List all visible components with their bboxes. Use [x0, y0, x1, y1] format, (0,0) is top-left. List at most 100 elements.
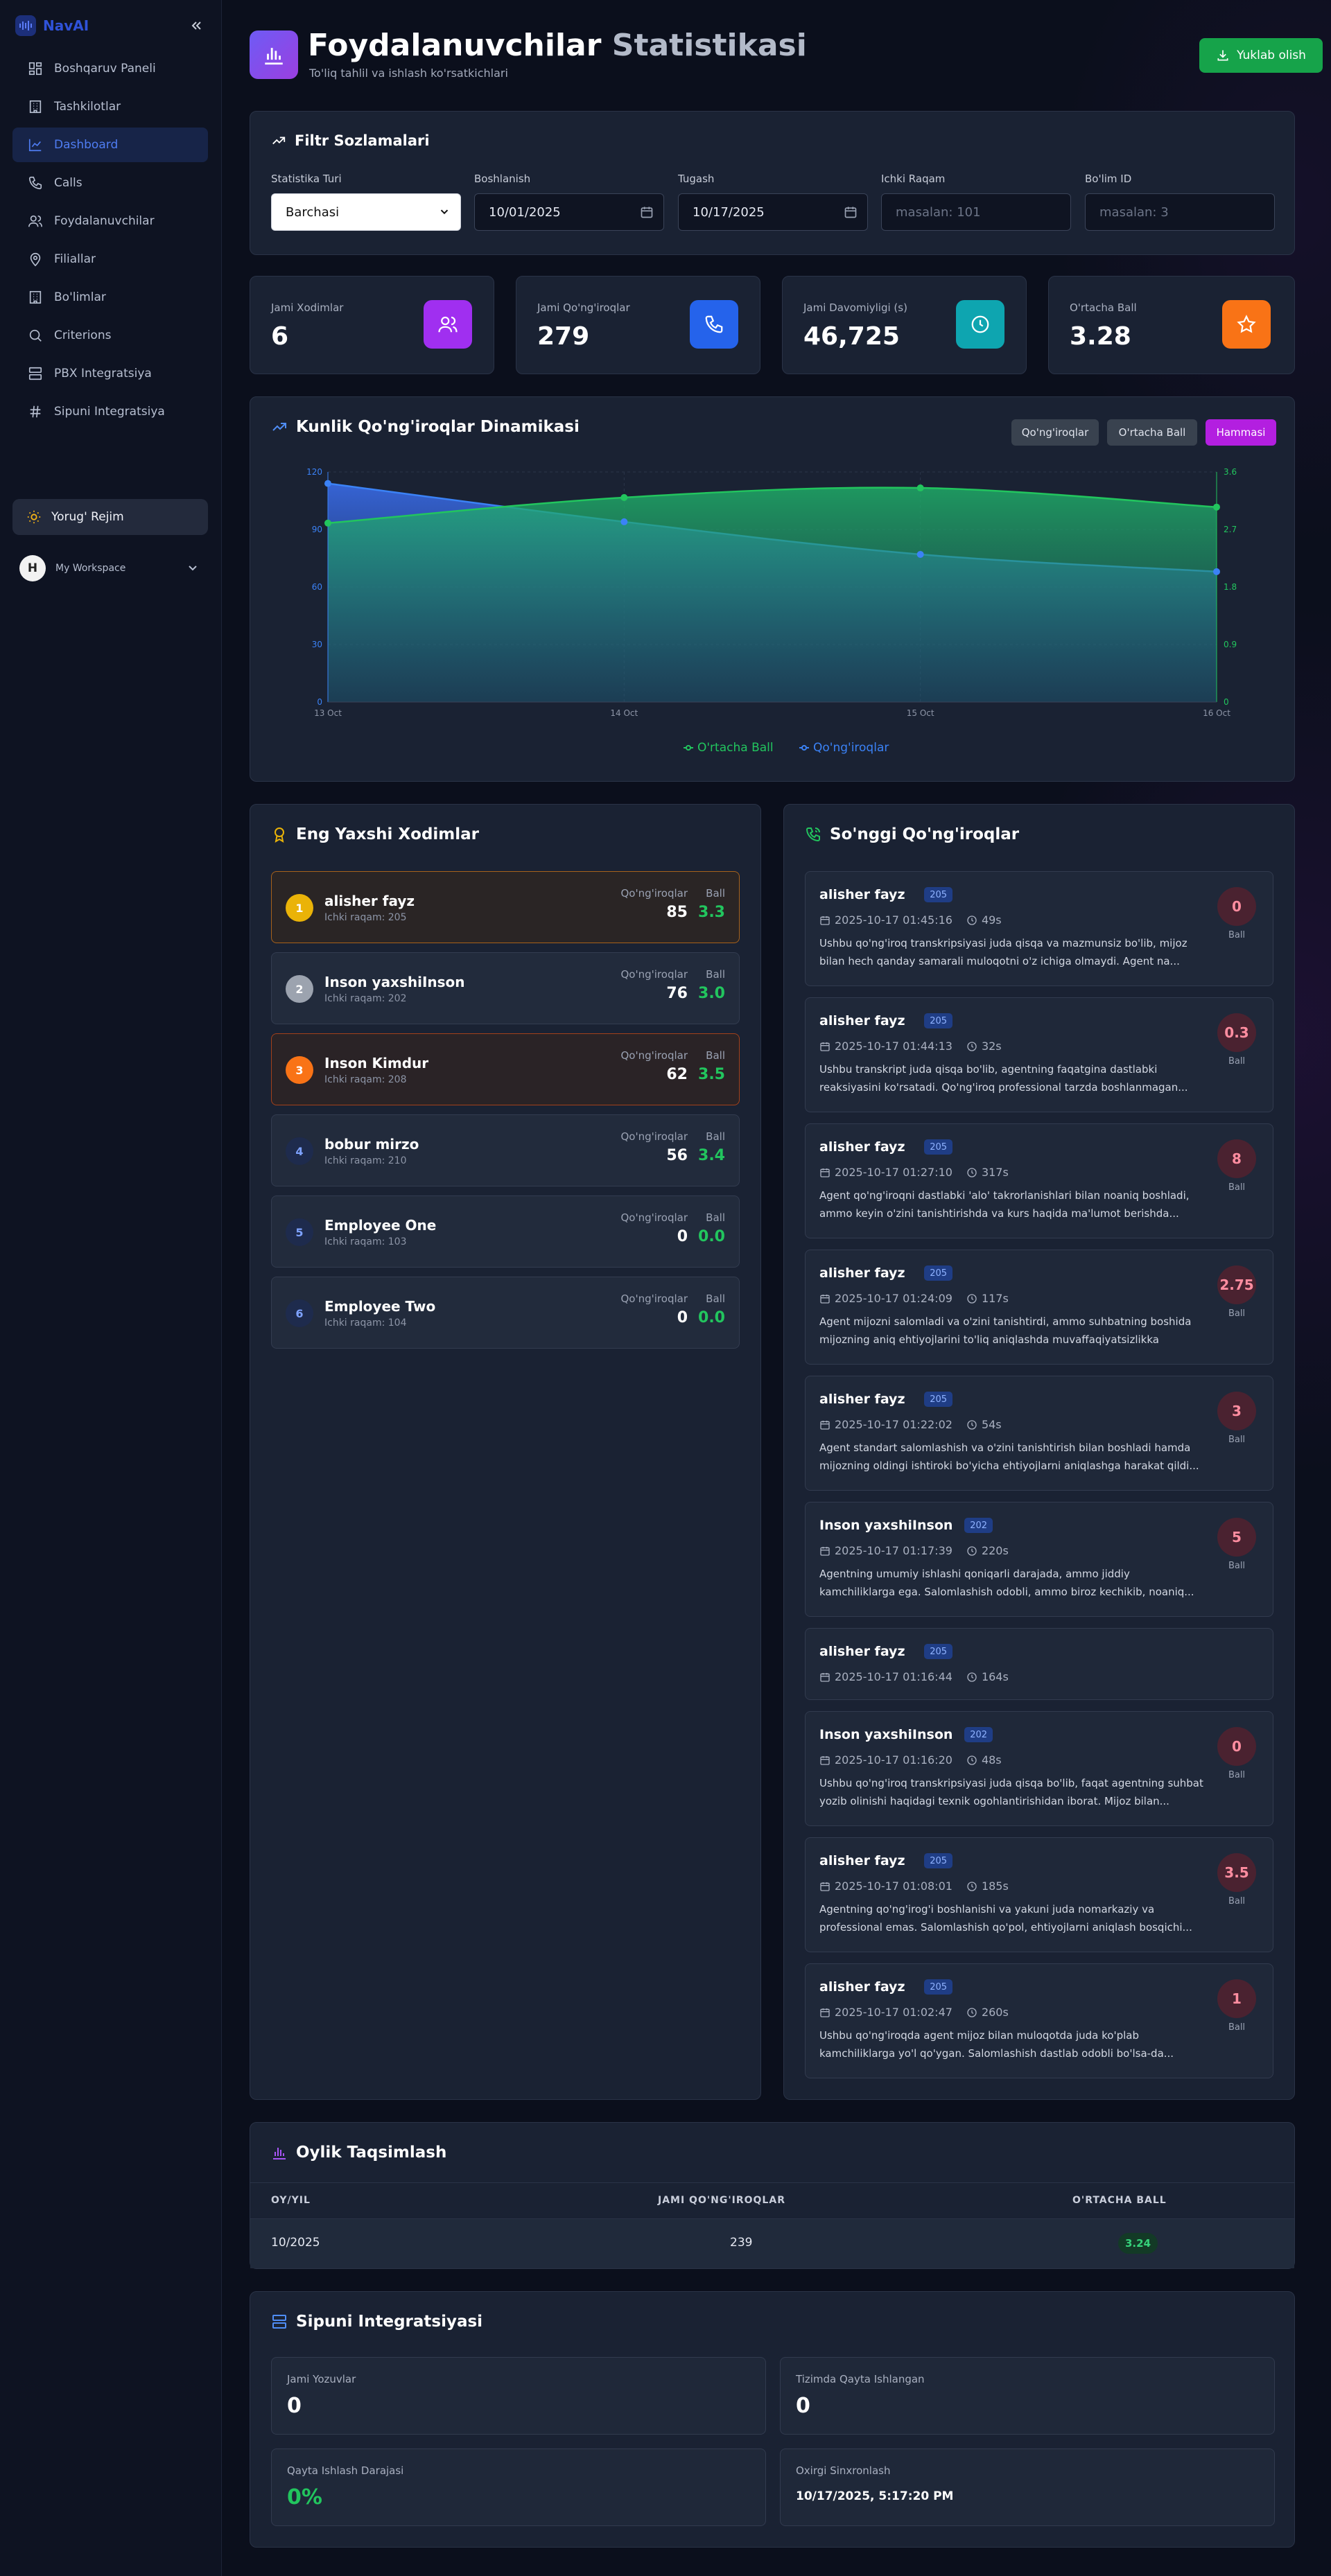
x-tick-label: 13 Oct	[314, 708, 342, 718]
sidebar-item-foydalanuvchilar[interactable]: Foydalanuvchilar	[12, 204, 208, 238]
call-score-label: Ball	[1228, 1056, 1246, 1067]
stat-label: Jami Qo'ng'iroqlar	[537, 301, 630, 314]
collapse-sidebar-icon[interactable]	[186, 15, 207, 36]
y-left-tick-label: 90	[312, 525, 322, 534]
building-icon	[29, 100, 42, 114]
call-score: 0	[1217, 1727, 1256, 1766]
call-score-label: Ball	[1228, 1182, 1246, 1193]
list-item[interactable]: alisher fayz 205 2025-10-17 01:45:16 49s…	[805, 871, 1273, 986]
ext-label: Ichki Raqam	[881, 173, 946, 185]
data-point	[324, 519, 331, 527]
call-summary: Agentning qo'ng'irog'i boshlanishi va ya…	[819, 1903, 1192, 1934]
staff-extension: Ichki raqam: 205	[324, 912, 407, 923]
clock-icon	[967, 1545, 977, 1556]
list-item[interactable]: alisher fayz 205 2025-10-17 01:27:10 317…	[805, 1123, 1273, 1238]
page-title-muted: Statistikasi	[611, 28, 807, 63]
line-chart-icon	[28, 139, 42, 152]
avatar: H	[19, 555, 46, 581]
sipuni-reprocessed: Tizimda Qayta Ishlangan 0	[780, 2357, 1275, 2435]
list-item[interactable]: Inson yaxshiInson 202 2025-10-17 01:17:3…	[805, 1502, 1273, 1617]
sidebar-item-filiallar[interactable]: Filiallar	[12, 242, 208, 277]
list-item[interactable]: alisher fayz 205 2025-10-17 01:24:09 117…	[805, 1250, 1273, 1365]
staff-row[interactable]: 2 Inson yaxshiInson Ichki raqam: 202 Qo'…	[271, 952, 740, 1024]
staff-extension: Ichki raqam: 202	[324, 993, 407, 1004]
stat-value: 6	[271, 322, 289, 351]
end-date-input[interactable]: 10/17/2025	[678, 193, 868, 231]
rank-badge: 6	[286, 1299, 313, 1327]
staff-row[interactable]: 4 bobur mirzo Ichki raqam: 210 Qo'ng'iro…	[271, 1114, 740, 1186]
recent-calls-card: So'nggi Qo'ng'iroqlar alisher fayz 205 2…	[783, 804, 1295, 2100]
sidebar-item-bolimlar[interactable]: Bo'limlar	[12, 280, 208, 315]
staff-row[interactable]: 1 alisher fayz Ichki raqam: 205 Qo'ng'ir…	[271, 871, 740, 943]
staff-score: 3.0	[698, 985, 725, 1002]
sub-value: 0%	[287, 2485, 322, 2509]
type-select[interactable]: Barchasi	[271, 193, 461, 231]
calendar-icon	[820, 1420, 830, 1430]
call-agent-name: alisher fayz	[819, 1979, 905, 1995]
call-score: 2.75	[1217, 1265, 1256, 1304]
call-time: 2025-10-17 01:24:09	[835, 1292, 952, 1305]
call-score: 0	[1217, 887, 1256, 926]
staff-calls: 85	[666, 904, 688, 921]
sidebar-item-tashkilotlar[interactable]: Tashkilotlar	[12, 89, 208, 124]
brand[interactable]: NavAI	[15, 15, 89, 36]
clock-icon	[967, 1755, 977, 1765]
sidebar-item-label: Criterions	[54, 328, 112, 342]
list-item[interactable]: alisher fayz 205 2025-10-17 01:22:02 54s…	[805, 1376, 1273, 1491]
download-button[interactable]: Yuklab olish	[1199, 38, 1323, 73]
call-time: 2025-10-17 01:16:44	[835, 1670, 952, 1683]
recent-calls-title: So'nggi Qo'ng'iroqlar	[805, 825, 1019, 843]
y-right-tick-label: 2.7	[1224, 525, 1237, 534]
calls-label: Qo'ng'iroqlar	[620, 1130, 688, 1143]
list-item[interactable]: Inson yaxshiInson 202 2025-10-17 01:16:2…	[805, 1711, 1273, 1826]
call-score-label: Ball	[1228, 1435, 1246, 1445]
staff-row[interactable]: 3 Inson Kimdur Ichki raqam: 208 Qo'ng'ir…	[271, 1033, 740, 1105]
stat-value: 279	[537, 322, 590, 351]
staff-row[interactable]: 5 Employee One Ichki raqam: 103 Qo'ng'ir…	[271, 1195, 740, 1268]
stat-label: Jami Davomiyligi (s)	[803, 301, 907, 314]
calendar-icon[interactable]	[640, 205, 654, 219]
sipuni-integration-card: Sipuni Integratsiyasi Jami Yozuvlar 0 Ti…	[250, 2291, 1295, 2548]
top-staff-card: Eng Yaxshi Xodimlar 1 alisher fayz Ichki…	[250, 804, 761, 2100]
calls-label: Qo'ng'iroqlar	[620, 1049, 688, 1062]
sidebar-item-calls[interactable]: Calls	[12, 166, 208, 200]
sidebar-item-boshqaruv-paneli[interactable]: Boshqaruv Paneli	[12, 51, 208, 86]
sipuni-title: Sipuni Integratsiyasi	[271, 2313, 482, 2331]
theme-toggle-button[interactable]: Yorug' Rejim	[12, 499, 208, 535]
staff-row[interactable]: 6 Employee Two Ichki raqam: 104 Qo'ng'ir…	[271, 1277, 740, 1349]
calls-label: Qo'ng'iroqlar	[620, 887, 688, 900]
sidebar-item-label: Dashboard	[54, 138, 119, 152]
sidebar-item-sipuni-integratsiya[interactable]: Sipuni Integratsiya	[12, 394, 208, 429]
users-icon	[424, 300, 472, 349]
data-point	[916, 484, 924, 492]
call-meta: 2025-10-17 01:16:44 164s	[819, 1670, 1009, 1683]
sidebar-item-dashboard[interactable]: Dashboard	[12, 128, 208, 162]
workspace-switcher[interactable]: H My Workspace	[12, 551, 208, 586]
call-time: 2025-10-17 01:44:13	[835, 1040, 952, 1053]
staff-calls: 62	[666, 1066, 688, 1083]
y-left-tick-label: 0	[317, 697, 322, 707]
staff-extension: Ichki raqam: 208	[324, 1074, 407, 1085]
score-label: Ball	[706, 968, 725, 981]
sub-value: 0	[287, 2394, 302, 2418]
ext-input[interactable]: masalan: 101	[881, 193, 1071, 231]
start-date-input[interactable]: 10/01/2025	[474, 193, 664, 231]
rank-badge: 3	[286, 1056, 313, 1084]
dept-input[interactable]: masalan: 3	[1085, 193, 1275, 231]
x-tick-label: 16 Oct	[1203, 708, 1230, 718]
page-title: Foydalanuvchilar Statistikasi	[308, 28, 807, 63]
rank-badge: 4	[286, 1137, 313, 1165]
sidebar-item-label: Bo'limlar	[54, 290, 106, 304]
list-item[interactable]: alisher fayz 205 2025-10-17 01:08:01 185…	[805, 1837, 1273, 1952]
sidebar-item-criterions[interactable]: Criterions	[12, 318, 208, 353]
data-point	[620, 518, 628, 525]
list-item[interactable]: alisher fayz 205 2025-10-17 01:44:13 32s…	[805, 997, 1273, 1112]
sidebar-item-pbx-integratsiya[interactable]: PBX Integratsiya	[12, 356, 208, 391]
chart-legend: O'rtacha Ball Qo'ng'iroqlar	[684, 741, 889, 755]
list-item[interactable]: alisher fayz 205 2025-10-17 01:16:44 164…	[805, 1628, 1273, 1700]
star-icon	[1222, 300, 1271, 349]
list-item[interactable]: alisher fayz 205 2025-10-17 01:02:47 260…	[805, 1963, 1273, 2078]
staff-score: 0.0	[698, 1228, 725, 1245]
calendar-icon[interactable]	[844, 205, 858, 219]
sidebar-item-label: Tashkilotlar	[54, 100, 121, 114]
